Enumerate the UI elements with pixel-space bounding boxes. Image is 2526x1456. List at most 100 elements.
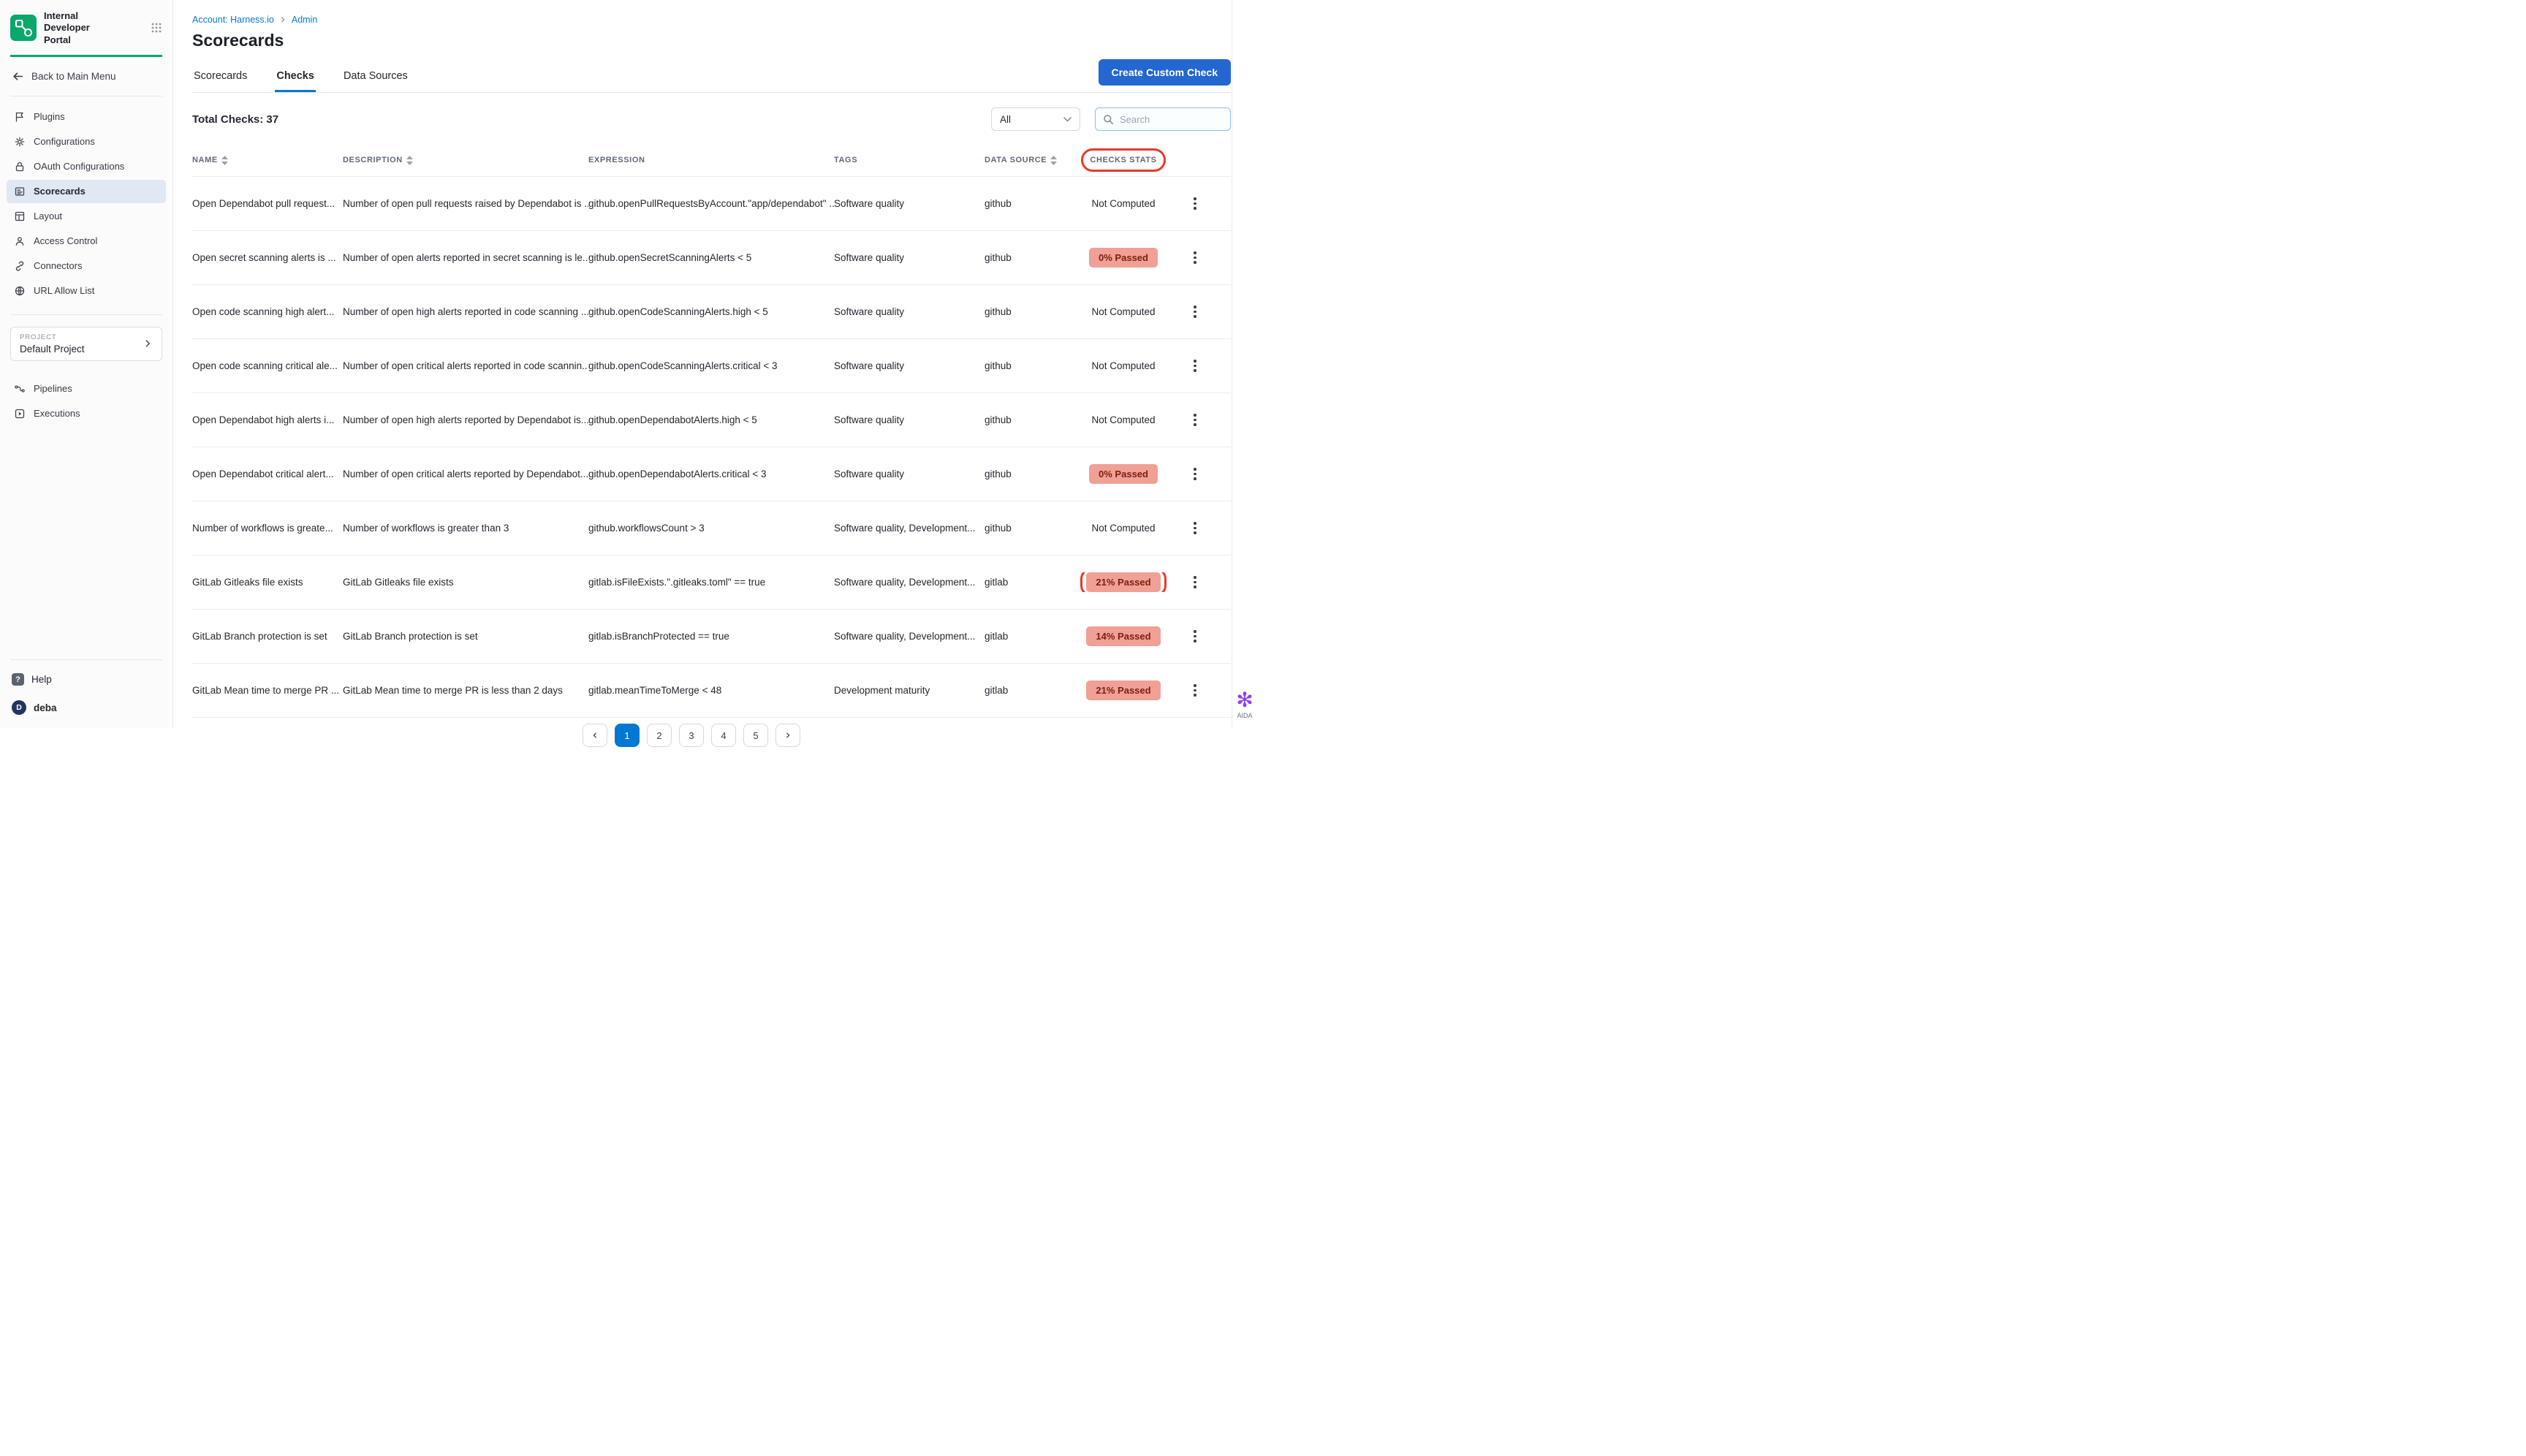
check-description: Number of open high alerts reported in c…: [343, 306, 588, 317]
pagination-page-button[interactable]: 1: [615, 724, 640, 747]
sidebar-item-plugins[interactable]: Plugins: [7, 105, 166, 129]
pagination-page-button[interactable]: 5: [743, 724, 768, 747]
lock-icon: [14, 161, 26, 172]
sidebar-item-label: Plugins: [34, 111, 65, 122]
row-menu-button[interactable]: [1185, 572, 1205, 593]
checks-stats-value: 14% Passed: [1086, 626, 1160, 646]
back-label: Back to Main Menu: [31, 71, 116, 82]
checks-stats-value: 21% Passed: [1086, 680, 1160, 700]
breadcrumb: Account: Harness.io Admin: [192, 0, 1231, 25]
search-input[interactable]: [1120, 114, 1223, 125]
executions-icon: [14, 408, 26, 420]
table-row[interactable]: GitLab Gitleaks file exists GitLab Gitle…: [192, 556, 1231, 610]
filter-dropdown[interactable]: All: [991, 107, 1080, 131]
sidebar-item-label: OAuth Configurations: [34, 161, 124, 172]
pagination-page-button[interactable]: 2: [647, 724, 672, 747]
row-menu-button[interactable]: [1185, 464, 1205, 485]
table-row[interactable]: GitLab Mean time to merge PR ... GitLab …: [192, 664, 1231, 718]
sidebar-secondary-nav: Pipelines Executions: [0, 368, 172, 428]
pagination-prev-button[interactable]: [583, 724, 607, 747]
gear-icon: [14, 136, 26, 148]
table-row[interactable]: GitLab Branch protection is set GitLab B…: [192, 610, 1231, 664]
check-name: Open Dependabot high alerts i...: [192, 414, 343, 425]
sidebar-item-label: URL Allow List: [34, 285, 94, 296]
check-description: Number of open alerts reported in secret…: [343, 252, 588, 263]
idp-logo-icon: [10, 15, 37, 41]
tab-data-sources[interactable]: Data Sources: [342, 63, 409, 92]
check-name: GitLab Mean time to merge PR ...: [192, 685, 343, 696]
breadcrumb-admin-link[interactable]: Admin: [292, 15, 317, 25]
sidebar-item-oauth-configurations[interactable]: OAuth Configurations: [7, 155, 166, 178]
check-tags: Software quality: [834, 198, 985, 209]
breadcrumb-account-link[interactable]: Account: Harness.io: [192, 15, 274, 25]
project-name: Default Project: [20, 344, 85, 354]
sidebar-item-url-allow-list[interactable]: URL Allow List: [7, 279, 166, 303]
user-menu[interactable]: D deba: [0, 696, 172, 728]
tab-checks[interactable]: Checks: [275, 63, 316, 92]
sidebar-item-connectors[interactable]: Connectors: [7, 254, 166, 278]
check-tags: Software quality: [834, 469, 985, 479]
row-menu-button[interactable]: [1185, 518, 1205, 539]
globe-icon: [14, 285, 26, 297]
check-description: Number of open pull requests raised by D…: [343, 198, 588, 209]
check-name: GitLab Branch protection is set: [192, 631, 343, 642]
sidebar-item-layout[interactable]: Layout: [7, 205, 166, 228]
project-selector[interactable]: PROJECT Default Project: [10, 327, 162, 361]
sidebar-item-pipelines[interactable]: Pipelines: [7, 377, 166, 401]
aida-flower-icon: ✻: [1228, 690, 1262, 710]
table-row[interactable]: Open secret scanning alerts is ... Numbe…: [192, 231, 1231, 285]
apps-grid-icon[interactable]: [151, 22, 162, 34]
checks-stats-value: Not Computed: [1091, 523, 1155, 534]
checks-stats-value: Not Computed: [1091, 414, 1155, 425]
table-row[interactable]: Number of workflows is greate... Number …: [192, 501, 1231, 556]
toolbar: Total Checks: 37 All: [192, 93, 1231, 143]
table-row[interactable]: Open code scanning critical ale... Numbe…: [192, 339, 1231, 393]
sort-icon[interactable]: [221, 156, 228, 165]
sidebar-item-scorecards[interactable]: Scorecards: [7, 180, 166, 203]
sidebar-bottom: ? Help D deba: [0, 659, 172, 728]
sidebar-item-executions[interactable]: Executions: [7, 402, 166, 425]
sort-icon[interactable]: [406, 156, 413, 165]
project-eyebrow: PROJECT: [20, 333, 85, 341]
plugins-icon: [14, 111, 26, 123]
sidebar-item-access-control[interactable]: Access Control: [7, 230, 166, 253]
aida-assistant-button[interactable]: ✻ AIDA: [1228, 690, 1262, 719]
row-menu-button[interactable]: [1185, 410, 1205, 431]
tab-scorecards[interactable]: Scorecards: [192, 63, 249, 92]
checks-stats-value: Not Computed: [1091, 306, 1155, 317]
check-tags: Software quality, Development...: [834, 577, 985, 588]
checks-stats-value: Not Computed: [1091, 198, 1155, 209]
chevron-down-icon: [1063, 117, 1072, 122]
row-menu-button[interactable]: [1185, 680, 1205, 701]
help-button[interactable]: ? Help: [10, 667, 162, 691]
pagination-next-button[interactable]: [775, 724, 800, 747]
avatar: D: [12, 700, 26, 715]
row-menu-button[interactable]: [1185, 248, 1205, 268]
create-custom-check-button[interactable]: Create Custom Check: [1099, 59, 1232, 86]
column-header-data-source[interactable]: DATA SOURCE: [985, 156, 1066, 165]
table-row[interactable]: Open Dependabot critical alert... Number…: [192, 447, 1231, 501]
person-icon: [14, 235, 26, 247]
table-row[interactable]: Open Dependabot high alerts i... Number …: [192, 393, 1231, 447]
table-row[interactable]: Open Dependabot pull request... Number o…: [192, 177, 1231, 231]
layout-icon: [14, 211, 26, 222]
check-name: Number of workflows is greate...: [192, 523, 343, 534]
search-icon: [1103, 114, 1114, 125]
sidebar-item-configurations[interactable]: Configurations: [7, 130, 166, 153]
row-menu-button[interactable]: [1185, 626, 1205, 647]
pagination-page-button[interactable]: 4: [711, 724, 736, 747]
check-expression: github.openSecretScanningAlerts < 5: [588, 252, 834, 263]
check-tags: Software quality: [834, 252, 985, 263]
row-menu-button[interactable]: [1185, 356, 1205, 376]
row-menu-button[interactable]: [1185, 194, 1205, 214]
sort-icon[interactable]: [1050, 156, 1057, 165]
help-icon: ?: [12, 673, 24, 686]
column-header-name[interactable]: NAME: [192, 156, 343, 165]
pagination-page-button[interactable]: 3: [679, 724, 704, 747]
column-header-description[interactable]: DESCRIPTION: [343, 156, 588, 165]
column-header-label: EXPRESSION: [588, 156, 645, 164]
check-tags: Software quality, Development...: [834, 631, 985, 642]
table-row[interactable]: Open code scanning high alert... Number …: [192, 285, 1231, 339]
row-menu-button[interactable]: [1185, 302, 1205, 322]
back-to-main-menu[interactable]: Back to Main Menu: [10, 57, 162, 96]
